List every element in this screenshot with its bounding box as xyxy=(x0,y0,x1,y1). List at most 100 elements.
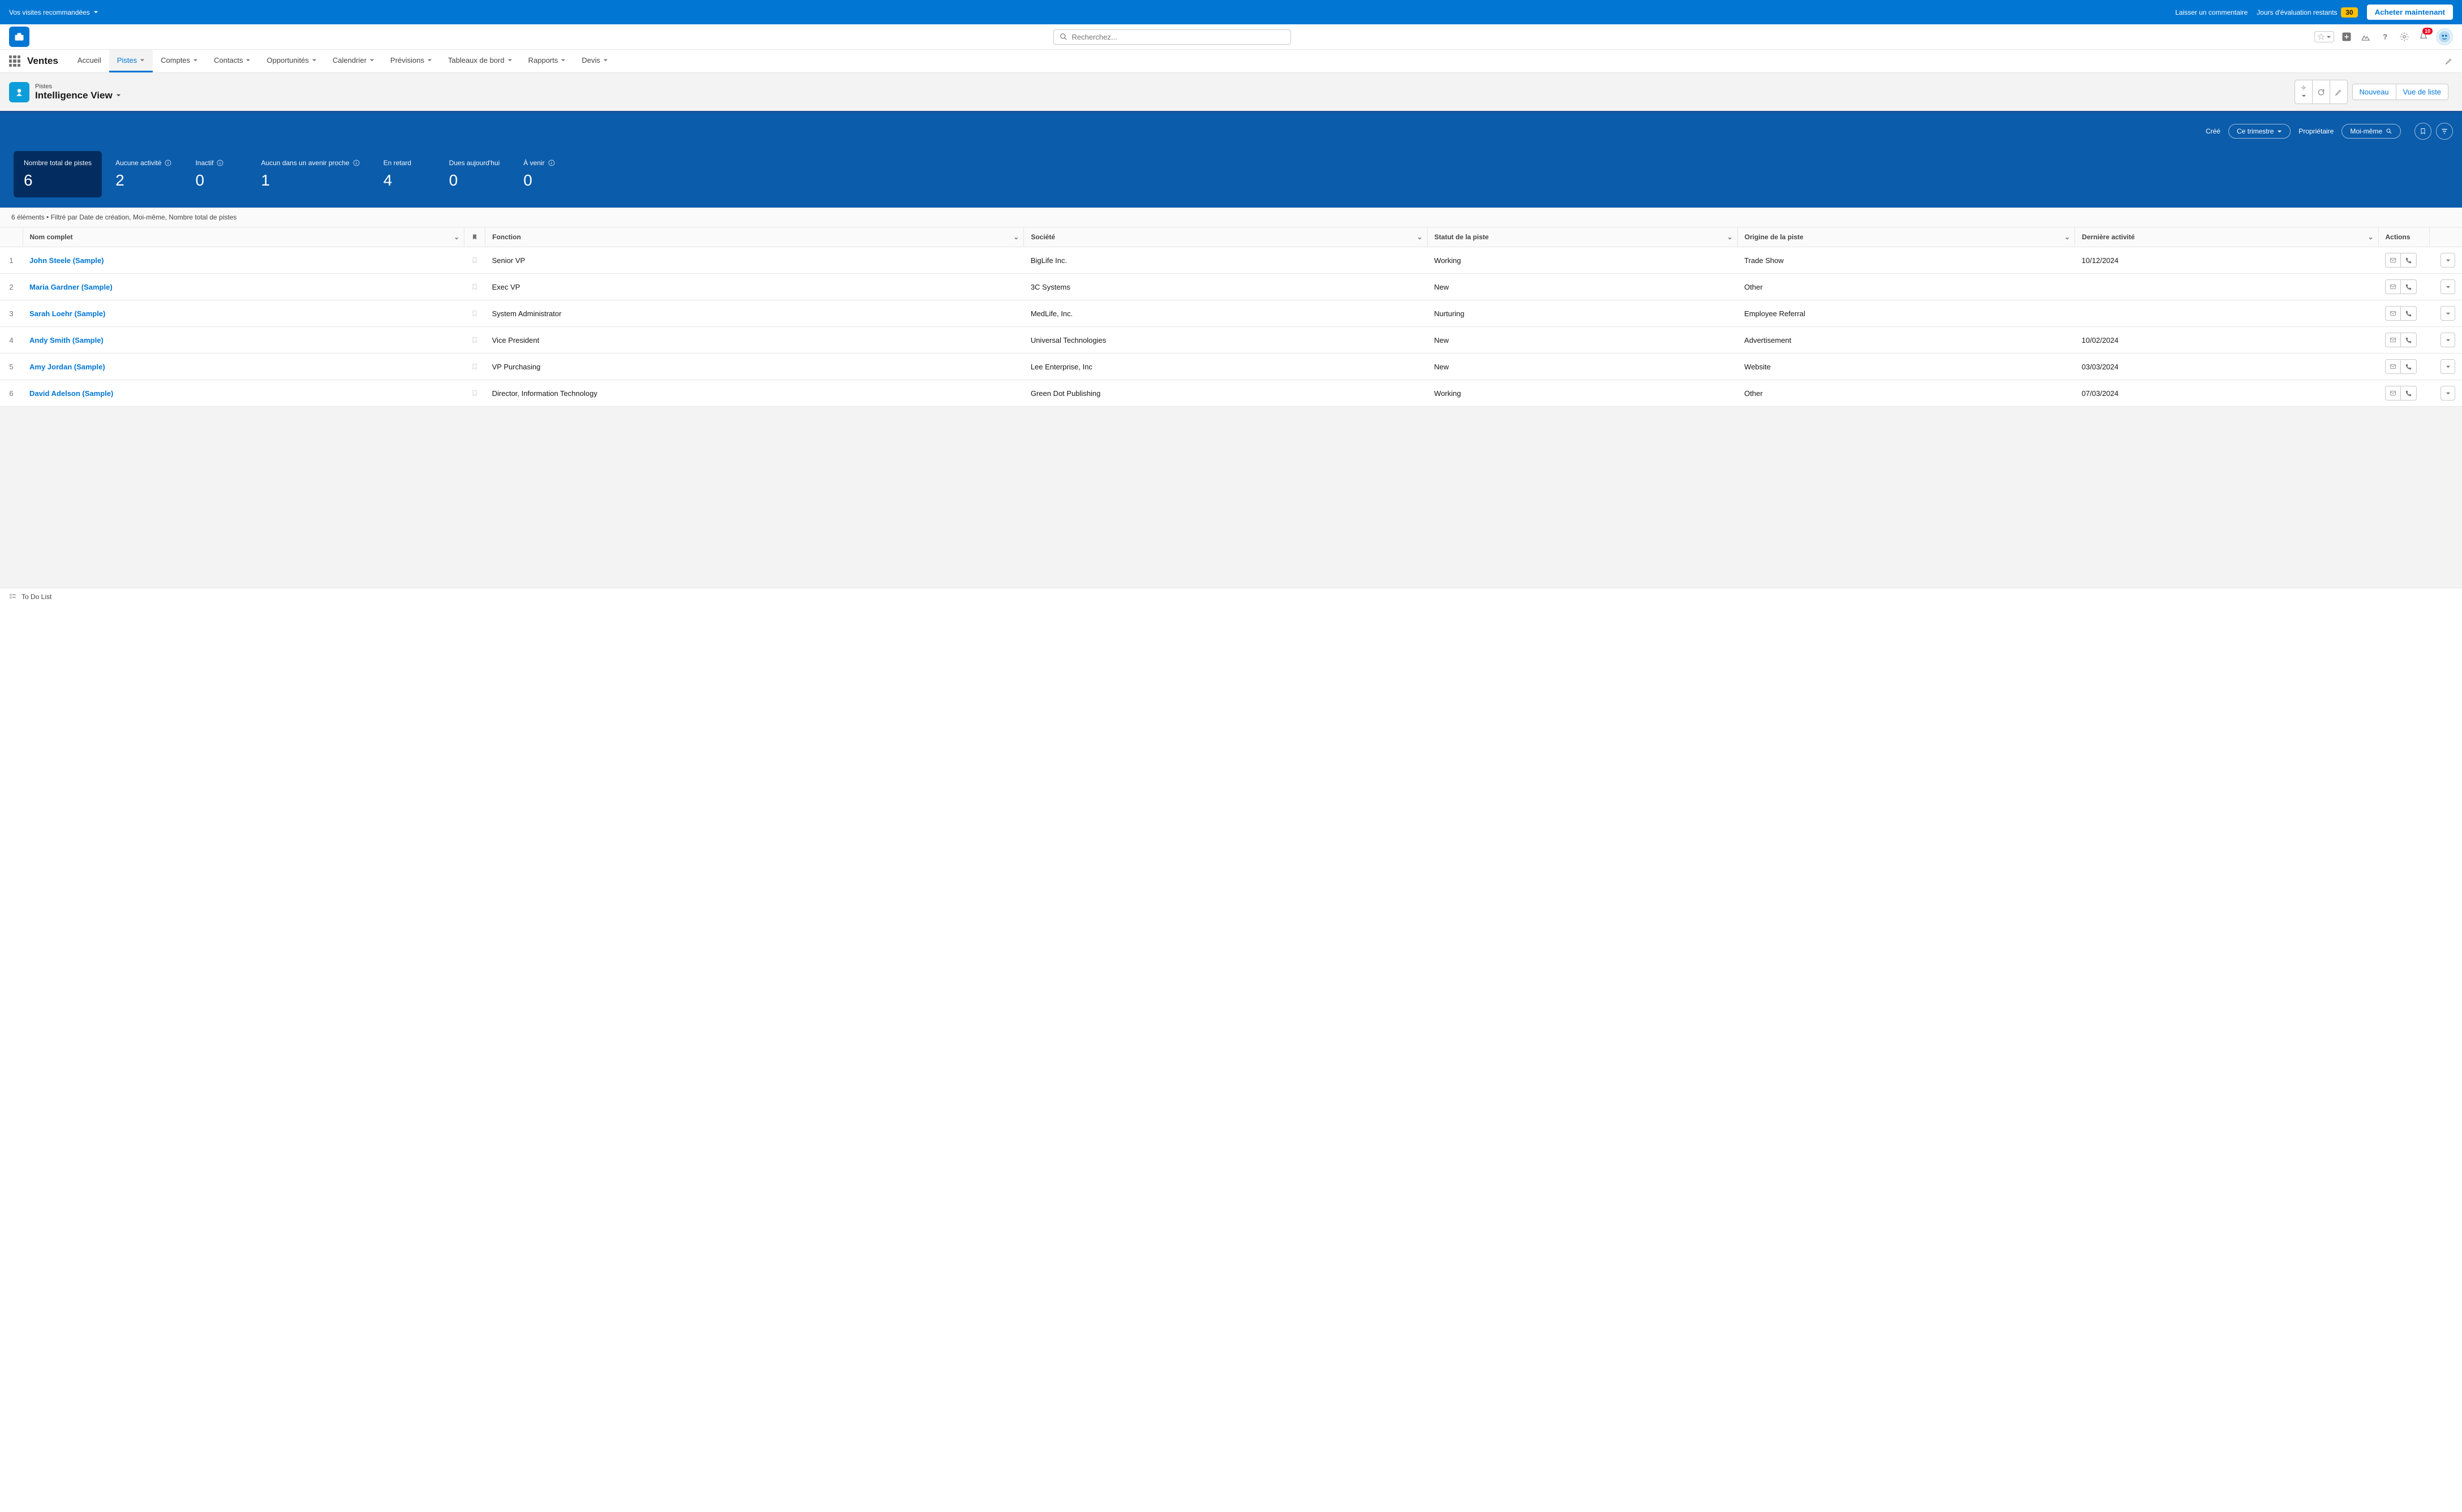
row-more-button[interactable] xyxy=(2441,359,2455,374)
list-settings-button[interactable] xyxy=(2295,80,2313,104)
chevron-down-icon[interactable]: ⌄ xyxy=(454,233,459,241)
chevron-down-icon[interactable]: ⌄ xyxy=(1417,233,1422,241)
notifications-button[interactable]: 10 xyxy=(2417,30,2430,44)
col-activity[interactable]: Dernière activité⌄ xyxy=(2075,227,2378,247)
call-button[interactable] xyxy=(2401,279,2417,294)
email-button[interactable] xyxy=(2385,386,2401,400)
col-status[interactable]: Statut de la piste⌄ xyxy=(1427,227,1737,247)
bookmark-toggle[interactable] xyxy=(464,300,485,327)
app-logo[interactable] xyxy=(9,27,29,47)
col-bookmark[interactable] xyxy=(464,227,485,247)
call-button[interactable] xyxy=(2401,306,2417,321)
email-button[interactable] xyxy=(2385,333,2401,347)
email-button[interactable] xyxy=(2385,279,2401,294)
global-search[interactable] xyxy=(1053,29,1291,45)
col-actions: Actions xyxy=(2378,227,2429,247)
lead-name-link[interactable]: Sarah Loehr (Sample) xyxy=(29,309,105,318)
lead-name-link[interactable]: Amy Jordan (Sample) xyxy=(29,363,105,371)
lead-name-link[interactable]: David Adelson (Sample) xyxy=(29,389,113,398)
search-input[interactable] xyxy=(1072,33,1285,41)
metric-value: 4 xyxy=(384,171,425,189)
lead-name-link[interactable]: Maria Gardner (Sample) xyxy=(29,283,113,291)
cell-status: Working xyxy=(1427,380,1737,407)
bookmark-toggle[interactable] xyxy=(464,274,485,300)
avatar-icon xyxy=(2438,31,2451,43)
chevron-down-icon[interactable]: ⌄ xyxy=(1727,233,1733,241)
nav-item-calendrier[interactable]: Calendrier xyxy=(325,50,382,72)
filter-toggle-button[interactable] xyxy=(2436,123,2453,140)
buy-now-button[interactable]: Acheter maintenant xyxy=(2367,5,2453,20)
app-launcher-button[interactable] xyxy=(9,55,20,67)
cell-activity xyxy=(2075,274,2378,300)
metric-card[interactable]: Aucune activité2 xyxy=(105,151,182,197)
avatar[interactable] xyxy=(2436,28,2453,45)
metric-card[interactable]: En retard4 xyxy=(373,151,436,197)
inline-edit-button[interactable] xyxy=(2330,80,2348,104)
nav-item-opportunités[interactable]: Opportunités xyxy=(259,50,324,72)
row-more-button[interactable] xyxy=(2441,333,2455,347)
nav-item-pistes[interactable]: Pistes xyxy=(109,50,153,72)
leave-comment-link[interactable]: Laisser un commentaire xyxy=(2175,8,2248,16)
email-button[interactable] xyxy=(2385,306,2401,321)
email-button[interactable] xyxy=(2385,253,2401,268)
favorites-button[interactable] xyxy=(2314,31,2334,42)
refresh-button[interactable] xyxy=(2313,80,2330,104)
nav-item-devis[interactable]: Devis xyxy=(574,50,616,72)
col-origin[interactable]: Origine de la piste⌄ xyxy=(1737,227,2074,247)
cell-function: Director, Information Technology xyxy=(485,380,1024,407)
chevron-down-icon[interactable]: ⌄ xyxy=(1013,233,1019,241)
call-button[interactable] xyxy=(2401,359,2417,374)
metric-card[interactable]: Dues aujourd'hui0 xyxy=(439,151,510,197)
guidance-button[interactable] xyxy=(2359,30,2373,44)
envelope-icon xyxy=(2389,310,2397,317)
chevron-down-icon[interactable]: ⌄ xyxy=(2064,233,2070,241)
call-button[interactable] xyxy=(2401,386,2417,400)
new-button[interactable]: Nouveau xyxy=(2352,84,2396,100)
bookmark-toggle[interactable] xyxy=(464,380,485,407)
call-button[interactable] xyxy=(2401,253,2417,268)
metric-card[interactable]: Inactif0 xyxy=(185,151,247,197)
recommended-visits-link[interactable]: Vos visites recommandées xyxy=(9,8,98,16)
list-view-button[interactable]: Vue de liste xyxy=(2396,84,2448,100)
nav-item-contacts[interactable]: Contacts xyxy=(206,50,259,72)
bookmark-panel-button[interactable] xyxy=(2414,123,2431,140)
scope-filter-button[interactable]: Moi-même xyxy=(2342,124,2401,139)
chevron-down-icon xyxy=(507,58,513,63)
nav-item-comptes[interactable]: Comptes xyxy=(153,50,206,72)
bookmark-toggle[interactable] xyxy=(464,247,485,274)
call-button[interactable] xyxy=(2401,333,2417,347)
view-switcher[interactable]: Intelligence View xyxy=(35,90,121,101)
setup-button[interactable] xyxy=(2398,30,2411,44)
lead-name-link[interactable]: John Steele (Sample) xyxy=(29,256,104,265)
row-more-button[interactable] xyxy=(2441,386,2455,400)
gear-icon xyxy=(2399,32,2409,42)
metric-card[interactable]: À venir0 xyxy=(513,151,575,197)
bookmark-toggle[interactable] xyxy=(464,354,485,380)
col-name[interactable]: Nom complet⌄ xyxy=(23,227,464,247)
refresh-icon xyxy=(2317,88,2325,96)
col-company[interactable]: Société⌄ xyxy=(1024,227,1427,247)
lead-name-link[interactable]: Andy Smith (Sample) xyxy=(29,336,104,344)
chevron-down-icon[interactable]: ⌄ xyxy=(2368,233,2373,241)
nav-item-prévisions[interactable]: Prévisions xyxy=(382,50,440,72)
todo-list-button[interactable]: To Do List xyxy=(21,593,51,601)
col-more xyxy=(2429,227,2462,247)
cell-function: Vice President xyxy=(485,327,1024,354)
row-more-button[interactable] xyxy=(2441,253,2455,268)
help-button[interactable]: ? xyxy=(2378,30,2392,44)
col-function[interactable]: Fonction⌄ xyxy=(485,227,1024,247)
pencil-icon xyxy=(2445,57,2453,65)
info-icon xyxy=(548,160,555,166)
period-filter-button[interactable]: Ce trimestre xyxy=(2228,124,2291,139)
add-button[interactable] xyxy=(2340,30,2353,44)
nav-item-rapports[interactable]: Rapports xyxy=(520,50,574,72)
row-more-button[interactable] xyxy=(2441,306,2455,321)
row-more-button[interactable] xyxy=(2441,279,2455,294)
bookmark-toggle[interactable] xyxy=(464,327,485,354)
nav-item-tableaux-de-bord[interactable]: Tableaux de bord xyxy=(440,50,520,72)
metric-card[interactable]: Nombre total de pistes6 xyxy=(14,151,102,197)
email-button[interactable] xyxy=(2385,359,2401,374)
nav-edit-button[interactable] xyxy=(2445,57,2453,65)
metric-card[interactable]: Aucun dans un avenir proche1 xyxy=(251,151,369,197)
nav-item-accueil[interactable]: Accueil xyxy=(70,50,109,72)
